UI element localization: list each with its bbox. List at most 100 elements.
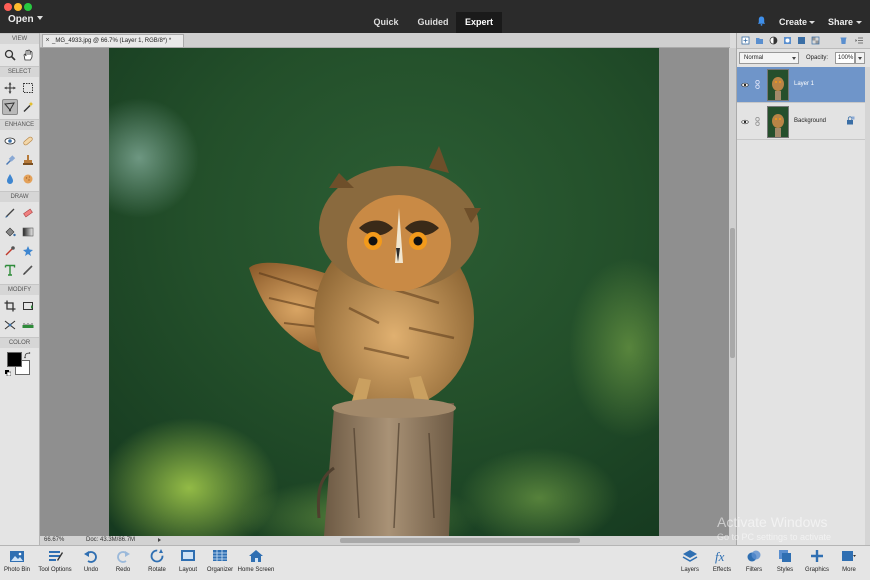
graphics-button[interactable]: Graphics (802, 548, 832, 580)
home-screen-button[interactable]: Home Screen (236, 548, 276, 580)
opacity-dropdown-button[interactable] (855, 52, 865, 64)
tab-quick[interactable]: Quick (366, 12, 406, 33)
lock-icon[interactable] (846, 116, 855, 125)
content-aware-move-icon[interactable] (2, 317, 18, 333)
home-screen-label: Home Screen (237, 567, 275, 573)
straighten-icon[interactable] (20, 317, 36, 333)
photo-bin-button[interactable]: Photo Bin (2, 548, 32, 580)
layer-mask-icon[interactable] (783, 36, 792, 45)
section-color: COLOR (0, 337, 39, 348)
paint-bucket-icon[interactable] (2, 224, 18, 240)
tool-options-button[interactable]: Tool Options (34, 548, 76, 580)
smart-brush-icon[interactable] (2, 152, 18, 168)
hand-icon[interactable] (20, 47, 36, 63)
effects-button[interactable]: fx Effects (708, 548, 736, 580)
activate-windows-watermark: Activate Windows (717, 514, 828, 530)
eye-icon[interactable] (741, 81, 749, 89)
layers-panel-scrollbar[interactable] (865, 67, 870, 545)
new-group-icon[interactable] (755, 36, 764, 45)
crop-icon[interactable] (2, 298, 18, 314)
canvas-vertical-scrollbar[interactable] (729, 48, 736, 536)
more-button[interactable]: More (836, 548, 862, 580)
chevron-down-icon[interactable] (856, 21, 862, 24)
tab-guided[interactable]: Guided (412, 12, 454, 33)
adjustment-layer-icon[interactable] (769, 36, 778, 45)
eraser-icon[interactable] (20, 205, 36, 221)
rotate-icon (150, 549, 164, 563)
clone-stamp-icon[interactable] (20, 152, 36, 168)
foreground-color-swatch[interactable] (7, 352, 22, 367)
layer-thumbnail[interactable] (767, 106, 789, 138)
tab-expert[interactable]: Expert (456, 12, 502, 33)
filters-icon (747, 550, 761, 562)
styles-button[interactable]: Styles (772, 548, 798, 580)
chevron-down-icon[interactable] (37, 16, 43, 20)
pencil-icon[interactable] (20, 262, 36, 278)
layout-icon (181, 550, 195, 561)
sponge-icon[interactable] (20, 171, 36, 187)
section-enhance: ENHANCE (0, 119, 39, 130)
rotate-button[interactable]: Rotate (142, 548, 172, 580)
gradient-icon[interactable] (20, 224, 36, 240)
undo-button[interactable]: Undo (78, 548, 104, 580)
lock-transparent-icon[interactable] (811, 36, 820, 45)
organizer-button[interactable]: Organizer (204, 548, 236, 580)
link-icon[interactable] (755, 80, 760, 89)
magic-wand-icon[interactable] (20, 99, 36, 115)
canvas-area[interactable] (40, 48, 729, 536)
zoom-window-button[interactable] (24, 3, 32, 11)
spot-healing-icon[interactable] (20, 133, 36, 149)
recompose-icon[interactable] (20, 298, 36, 314)
opacity-input[interactable]: 100% (835, 52, 855, 64)
swap-colors-icon[interactable] (24, 352, 31, 359)
create-button[interactable]: Create (779, 17, 807, 27)
undo-label: Undo (83, 567, 99, 573)
link-icon[interactable] (755, 117, 760, 126)
red-eye-icon[interactable] (2, 133, 18, 149)
layer-row[interactable]: Background (737, 104, 865, 140)
plus-icon (811, 550, 823, 562)
layout-button[interactable]: Layout (175, 548, 201, 580)
minimize-window-button[interactable] (14, 3, 22, 11)
default-colors-icon[interactable] (5, 370, 11, 376)
filters-button[interactable]: Filters (740, 548, 768, 580)
scrollbar-thumb[interactable] (730, 228, 735, 358)
close-window-button[interactable] (4, 3, 12, 11)
redo-icon (117, 551, 130, 563)
document-tab[interactable]: × _MG_4933.jpg @ 66.7% (Layer 1, RGB/8*) … (42, 34, 184, 47)
zoom-readout[interactable]: 66.67% (44, 536, 64, 545)
brush-icon[interactable] (2, 205, 18, 221)
owl-photo[interactable] (109, 48, 659, 536)
lasso-icon[interactable] (2, 99, 18, 115)
blur-icon[interactable] (2, 171, 18, 187)
new-layer-icon[interactable] (741, 36, 750, 45)
close-icon[interactable]: × (43, 35, 52, 47)
zoom-icon[interactable] (2, 47, 18, 63)
eyedropper-icon[interactable] (2, 243, 18, 259)
move-icon[interactable] (2, 80, 18, 96)
redo-button[interactable]: Redo (110, 548, 136, 580)
bell-icon[interactable] (757, 16, 766, 26)
open-button[interactable]: Open (8, 14, 34, 25)
trash-icon[interactable] (839, 36, 848, 45)
chevron-down-icon[interactable] (809, 21, 815, 24)
blend-mode-select[interactable]: Normal (739, 52, 799, 64)
lock-all-icon[interactable] (797, 36, 806, 45)
type-icon[interactable] (2, 262, 18, 278)
photo-bin-icon (10, 551, 24, 562)
organizer-label: Organizer (206, 567, 234, 573)
custom-shape-icon[interactable] (20, 243, 36, 259)
share-button[interactable]: Share (828, 17, 853, 27)
opacity-label: Opacity: (806, 55, 829, 61)
status-menu-arrow-icon[interactable] (158, 538, 161, 542)
marquee-icon[interactable] (20, 80, 36, 96)
panel-menu-icon[interactable] (855, 36, 864, 45)
layer-thumbnail[interactable] (767, 69, 789, 101)
layers-button[interactable]: Layers (677, 548, 703, 580)
document-tab-bar: × _MG_4933.jpg @ 66.7% (Layer 1, RGB/8*) … (40, 33, 730, 48)
horizontal-scrollbar-thumb[interactable] (340, 538, 580, 543)
layer-row[interactable]: Layer 1 (737, 67, 865, 103)
top-bar: Open Quick Guided Expert Create Share (0, 0, 870, 33)
layer-name: Background (794, 118, 827, 124)
eye-icon[interactable] (741, 118, 749, 126)
